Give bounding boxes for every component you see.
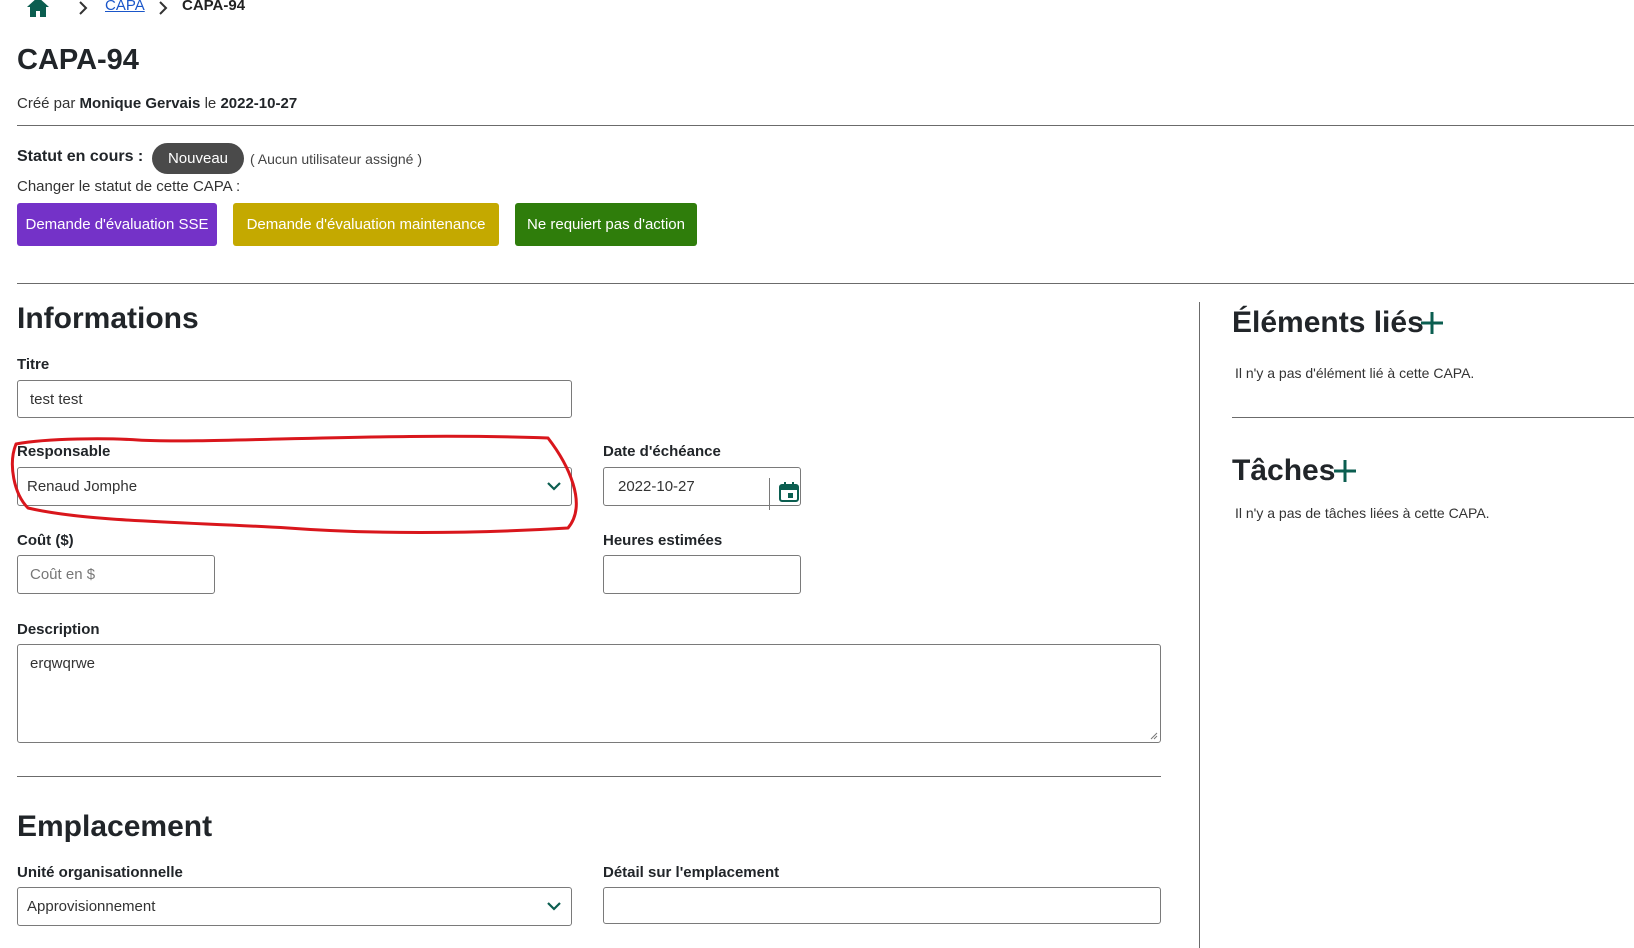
- date-divider: [769, 478, 770, 510]
- org-unit-label: Unité organisationnelle: [17, 864, 183, 881]
- request-maintenance-evaluation-button[interactable]: Demande d'évaluation maintenance: [233, 203, 499, 246]
- chevron-right-icon: [158, 0, 168, 20]
- linked-elements-title: Éléments liés: [1232, 306, 1424, 339]
- description-textarea[interactable]: erqwqrwe: [17, 644, 1161, 743]
- add-task-icon[interactable]: [1333, 459, 1357, 483]
- divider: [17, 283, 1634, 284]
- emplacement-title: Emplacement: [17, 810, 213, 843]
- chevron-down-icon: [547, 481, 561, 491]
- divider: [17, 125, 1634, 126]
- due-date-input[interactable]: 2022-10-27: [603, 467, 801, 506]
- resize-handle-icon[interactable]: [1148, 730, 1158, 740]
- informations-title: Informations: [17, 302, 199, 335]
- description-value: erqwqrwe: [30, 655, 96, 672]
- change-status-label: Changer le statut de cette CAPA :: [17, 178, 241, 195]
- status-badge: Nouveau: [152, 143, 244, 174]
- divider: [1232, 417, 1634, 418]
- breadcrumb-capa-link[interactable]: CAPA: [105, 0, 145, 14]
- page-title: CAPA-94: [17, 44, 139, 76]
- request-sse-evaluation-button[interactable]: Demande d'évaluation SSE: [17, 203, 217, 246]
- location-detail-label: Détail sur l'emplacement: [603, 864, 780, 881]
- org-unit-select[interactable]: Approvisionnement: [17, 887, 572, 926]
- linked-elements-empty: Il n'y a pas d'élément lié à cette CAPA.: [1235, 365, 1475, 381]
- estimated-hours-input[interactable]: [603, 555, 801, 594]
- org-unit-value: Approvisionnement: [27, 898, 156, 915]
- responsible-label: Responsable: [17, 443, 111, 460]
- status-note: ( Aucun utilisateur assigné ): [250, 151, 422, 167]
- cost-label: Coût ($): [17, 532, 74, 549]
- estimated-hours-label: Heures estimées: [603, 532, 723, 549]
- status-label: Statut en cours :: [17, 148, 144, 165]
- created-by: Monique Gervais: [79, 95, 201, 112]
- tasks-title: Tâches: [1232, 454, 1336, 487]
- created-date: 2022-10-27: [220, 95, 298, 112]
- status-line: Statut en cours :: [17, 148, 143, 166]
- breadcrumb-current: CAPA-94: [182, 0, 246, 14]
- tasks-empty: Il n'y a pas de tâches liées à cette CAP…: [1235, 505, 1490, 521]
- responsible-select[interactable]: Renaud Jomphe: [17, 467, 572, 506]
- location-detail-input[interactable]: [603, 887, 1161, 924]
- no-action-required-button[interactable]: Ne requiert pas d'action: [515, 203, 697, 246]
- due-date-label: Date d'échéance: [603, 443, 721, 460]
- cost-input[interactable]: Coût en $: [17, 555, 215, 594]
- created-mid: le: [204, 95, 217, 112]
- home-icon[interactable]: [26, 0, 50, 18]
- created-info: Créé par Monique Gervais le 2022-10-27: [17, 95, 297, 112]
- calendar-icon[interactable]: [778, 481, 800, 503]
- title-label: Titre: [17, 356, 50, 373]
- created-prefix: Créé par: [17, 95, 76, 112]
- divider: [17, 776, 1161, 777]
- description-label: Description: [17, 621, 100, 638]
- chevron-down-icon: [547, 901, 561, 911]
- responsible-value: Renaud Jomphe: [27, 478, 138, 495]
- title-input[interactable]: test test: [17, 380, 572, 418]
- chevron-right-icon: [78, 0, 88, 20]
- sidebar-divider: [1199, 302, 1200, 948]
- add-linked-element-icon[interactable]: [1420, 311, 1444, 335]
